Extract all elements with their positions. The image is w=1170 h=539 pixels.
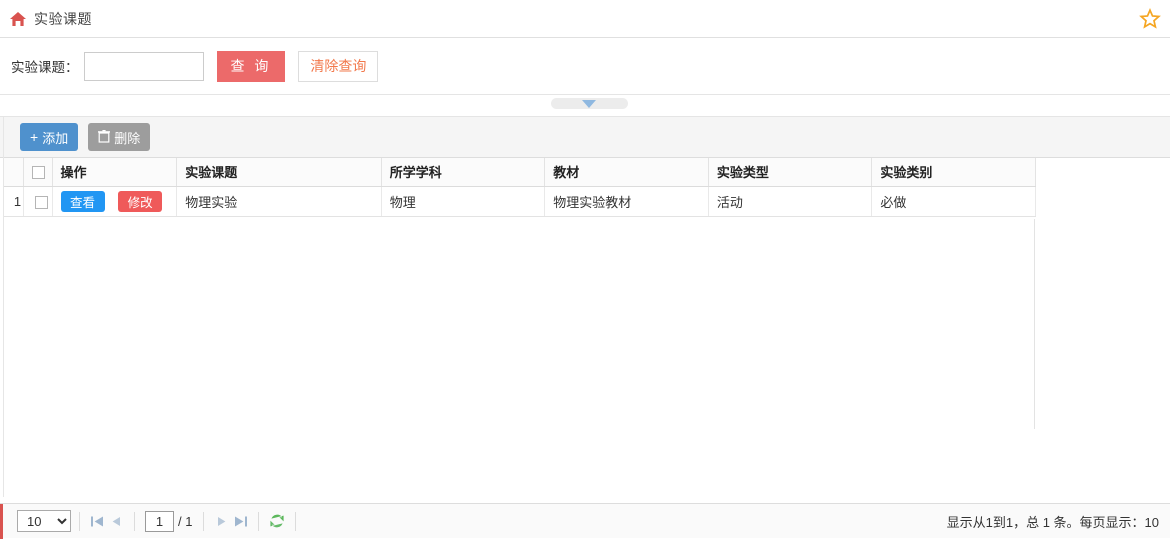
cell-subject: 物理	[381, 186, 546, 217]
pager-divider-2	[134, 511, 135, 531]
column-header-category: 实验类别	[871, 158, 1036, 187]
cell-type: 活动	[708, 186, 873, 217]
column-header-book: 教材	[544, 158, 709, 187]
clear-query-button[interactable]: 清除查询	[298, 50, 379, 82]
column-header-type: 实验类型	[708, 158, 873, 187]
delete-button-label: 删除	[114, 130, 141, 146]
pager-divider-3	[203, 511, 205, 531]
search-input[interactable]	[83, 51, 204, 81]
page-header: 实验课题	[0, 0, 1170, 38]
pager: 10 / 1	[0, 503, 1170, 539]
table-header-row: 操作 实验课题 所学学科 教材 实验类型 实验类别	[4, 158, 1036, 187]
pager-divider-4	[258, 511, 260, 531]
edit-button[interactable]: 修改	[118, 190, 163, 212]
grid-empty-area	[4, 219, 1035, 429]
search-bar: 实验课题： 查 询 清除查询	[0, 38, 1170, 95]
data-table: 操作 实验课题 所学学科 教材 实验类型 实验类别 1 查看 修改 物理实验 物…	[4, 158, 1036, 217]
grid-toolbar: + 添加 删除	[0, 117, 1170, 158]
select-all-checkbox[interactable]	[31, 166, 45, 180]
search-label: 实验课题：	[11, 60, 79, 75]
first-page-icon[interactable]	[88, 512, 107, 531]
column-header-select	[23, 158, 53, 187]
table-row[interactable]: 1 查看 修改 物理实验 物理 物理实验教材 活动 必做	[4, 186, 1036, 217]
row-select-cell	[23, 186, 53, 217]
query-button[interactable]: 查 询	[216, 50, 286, 82]
star-icon[interactable]	[1139, 8, 1161, 30]
pager-status-text: 显示从1到1，总 1 条。每页显示：10	[946, 514, 1159, 530]
collapse-strip	[0, 95, 1170, 117]
plus-icon: +	[30, 129, 39, 145]
column-header-topic: 实验课题	[176, 158, 382, 187]
data-grid: 操作 实验课题 所学学科 教材 实验类型 实验类别 1 查看 修改 物理实验 物…	[3, 158, 1170, 430]
home-icon	[9, 11, 27, 27]
row-checkbox[interactable]	[35, 195, 49, 209]
chevron-down-icon	[582, 100, 596, 108]
grid-left-border	[3, 117, 4, 497]
column-header-subject: 所学学科	[381, 158, 546, 187]
pager-divider	[79, 511, 80, 531]
delete-button[interactable]: 删除	[88, 123, 151, 151]
add-button-label: 添加	[42, 130, 69, 146]
pager-divider-5	[295, 511, 297, 531]
view-button[interactable]: 查看	[60, 190, 105, 212]
add-button[interactable]: + 添加	[20, 123, 79, 151]
pager-controls: 10 / 1	[3, 504, 1170, 538]
last-page-icon[interactable]	[231, 512, 250, 531]
page-number-input[interactable]	[145, 510, 174, 532]
cell-category: 必做	[871, 186, 1036, 217]
cell-book: 物理实验教材	[544, 186, 709, 217]
page-title: 实验课题	[34, 10, 92, 27]
cell-topic: 物理实验	[176, 186, 382, 217]
row-index: 1	[4, 186, 24, 217]
refresh-icon[interactable]	[267, 511, 287, 531]
column-header-actions: 操作	[52, 158, 178, 187]
next-page-icon[interactable]	[212, 512, 231, 531]
column-header-index	[4, 158, 24, 187]
prev-page-icon[interactable]	[107, 512, 126, 531]
row-actions-cell: 查看 修改	[52, 186, 178, 217]
trash-icon	[98, 129, 111, 145]
page-size-select[interactable]: 10	[17, 510, 71, 532]
collapse-panel-toggle[interactable]	[551, 98, 628, 109]
page-total-label: / 1	[178, 513, 193, 529]
